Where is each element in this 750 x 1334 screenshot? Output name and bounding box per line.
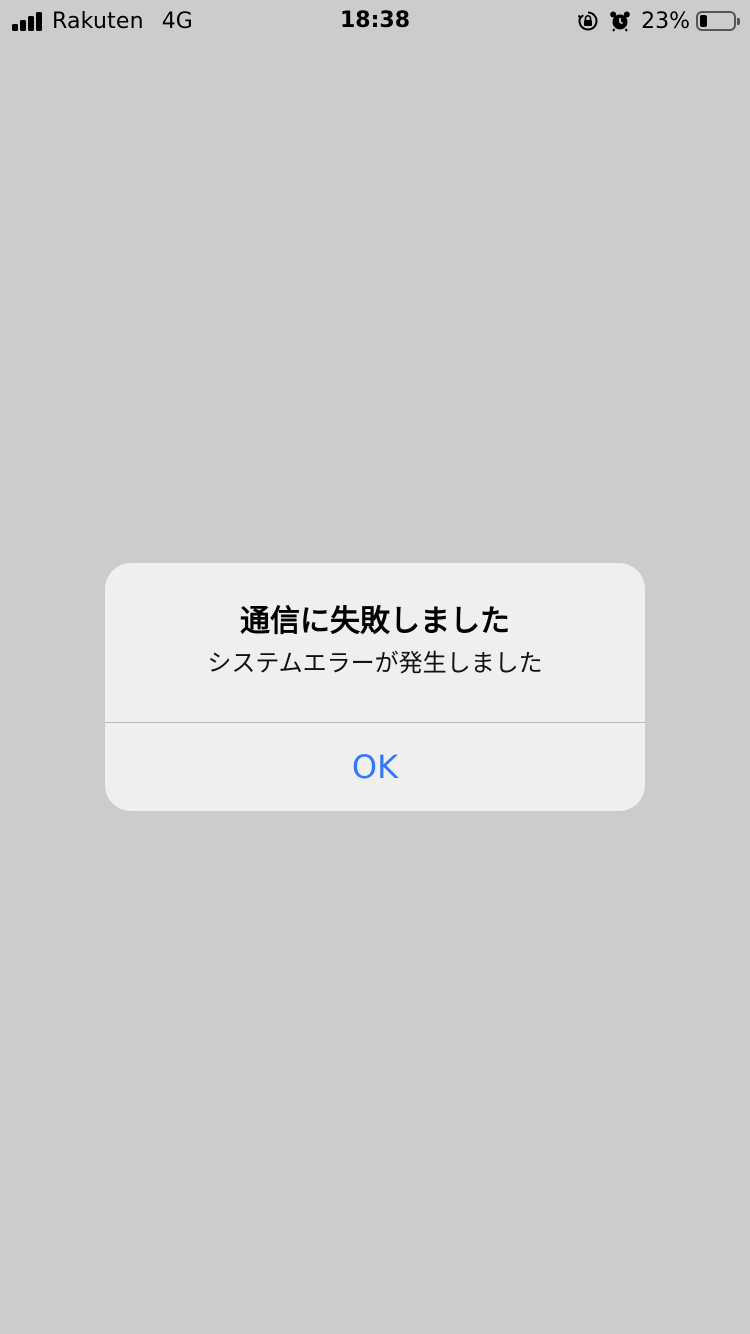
alert-body: 通信に失敗しました システムエラーが発生しました	[105, 563, 645, 722]
alert-message: システムエラーが発生しました	[207, 649, 543, 677]
battery-icon	[696, 11, 740, 31]
rotation-lock-icon	[577, 10, 599, 32]
status-time: 18:38	[339, 8, 411, 33]
battery-level-fill	[700, 15, 707, 27]
ok-button[interactable]: OK	[105, 723, 645, 811]
battery-percent: 23%	[641, 8, 690, 34]
alert-dialog: 通信に失敗しました システムエラーが発生しました OK	[105, 563, 645, 811]
status-bar: Rakuten 4G 18:38 23%	[0, 0, 750, 40]
alert-title: 通信に失敗しました	[240, 604, 510, 639]
app-screen: Rakuten 4G 18:38 23% 通信に失敗しました システムエラーが発…	[0, 0, 750, 1334]
alarm-clock-icon	[609, 10, 631, 32]
status-right: 23%	[577, 7, 740, 35]
